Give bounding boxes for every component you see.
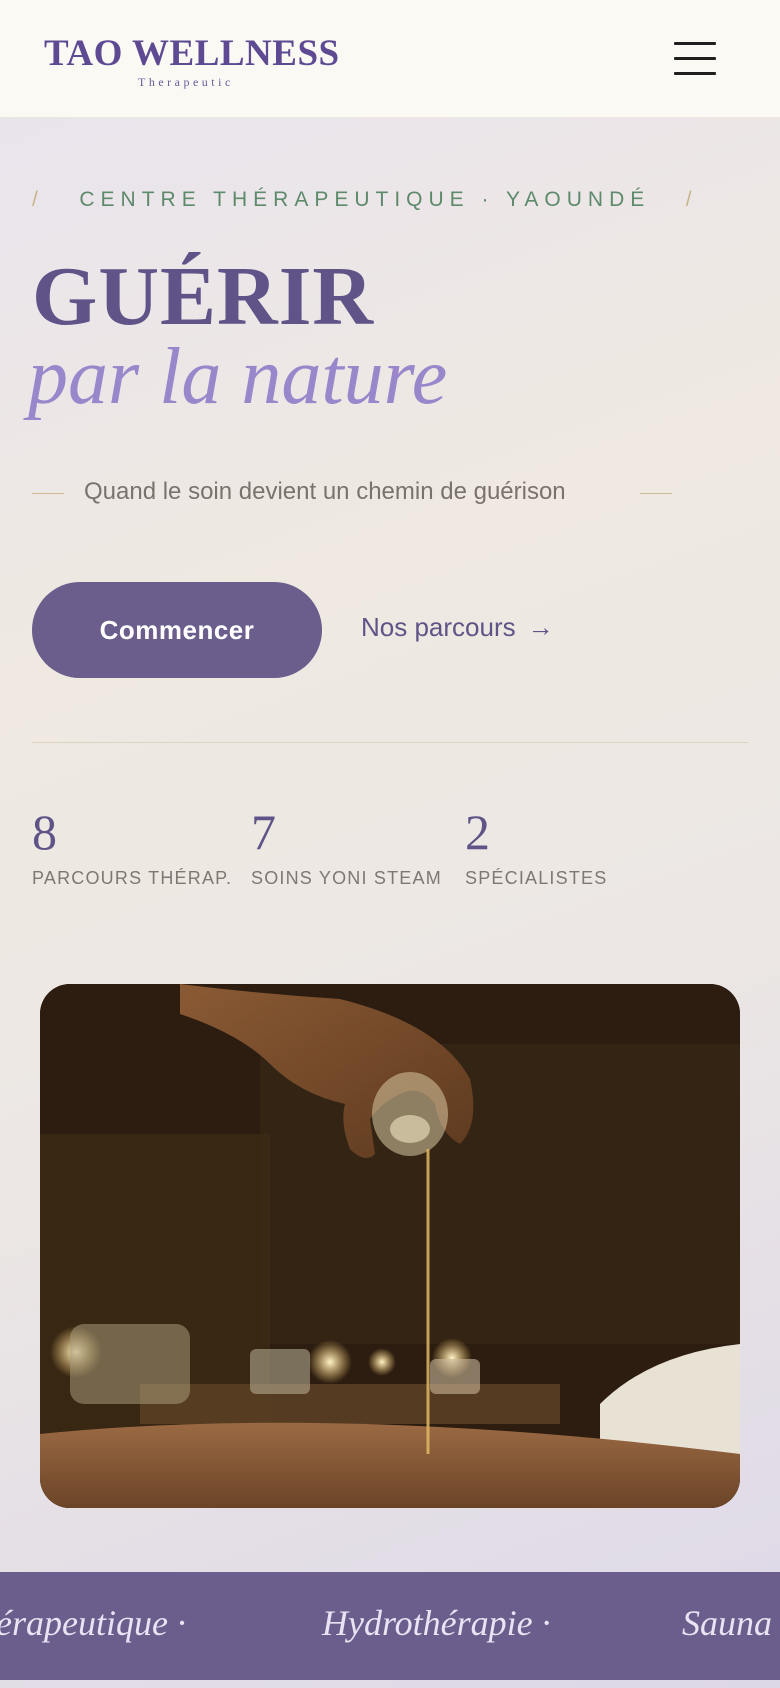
stat-label: SPÉCIALISTES <box>465 868 608 888</box>
stat-value: 2 <box>465 804 490 860</box>
stat-label: SOINS YONI STEAM <box>251 868 442 888</box>
site-header: TAO WELLNESS Therapeutic <box>0 0 780 118</box>
eyebrow-slash-right: / <box>685 188 698 211</box>
hero-photo <box>40 984 740 1508</box>
hamburger-menu-icon[interactable] <box>674 42 716 76</box>
stat-item: 2 SPÉCIALISTES <box>465 804 607 889</box>
services-marquee: érapeutique · Hydrothérapie · Sauna <box>0 1572 780 1680</box>
eyebrow-text: CENTRE THÉRAPEUTIQUE · YAOUNDÉ <box>79 188 651 211</box>
logo-title[interactable]: TAO WELLNESS <box>44 34 340 74</box>
section-divider <box>32 742 748 743</box>
stat-value: 7 <box>251 804 276 860</box>
stat-label: PARCOURS THÉRAP. <box>32 868 233 888</box>
eyebrow-slash-left: / <box>32 188 44 211</box>
arrow-right-icon: → <box>527 612 554 642</box>
hero-title-italic: par la nature <box>28 333 448 421</box>
marquee-item: érapeutique · <box>0 1603 186 1643</box>
hero-tagline: Quand le soin devient un chemin de guéri… <box>32 478 672 510</box>
marquee-item: Hydrothérapie · <box>322 1603 551 1643</box>
start-button[interactable]: Commencer <box>32 582 322 678</box>
tagline-text: Quand le soin devient un chemin de guéri… <box>84 478 566 505</box>
hero-eyebrow: / CENTRE THÉRAPEUTIQUE · YAOUNDÉ / <box>32 188 698 212</box>
stat-value: 8 <box>32 804 57 860</box>
tagline-line-right <box>640 493 672 494</box>
logo-subtitle: Therapeutic <box>138 75 234 89</box>
tagline-line-left <box>32 493 64 494</box>
hero-title: GUÉRIR <box>32 250 375 343</box>
our-journeys-label: Nos parcours <box>361 612 516 642</box>
stat-item: 8 PARCOURS THÉRAP. <box>32 804 232 889</box>
marquee-item: Sauna <box>682 1603 772 1643</box>
massage-oil-illustration <box>40 984 740 1508</box>
our-journeys-link[interactable]: Nos parcours → <box>361 612 554 643</box>
stat-item: 7 SOINS YONI STEAM <box>251 804 442 889</box>
